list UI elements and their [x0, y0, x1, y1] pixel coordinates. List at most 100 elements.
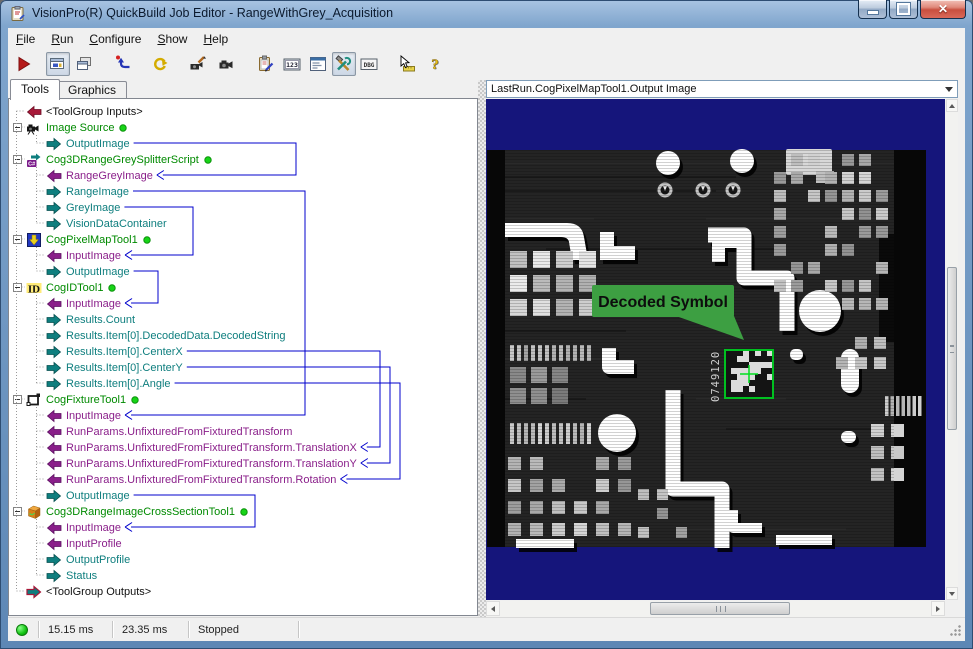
tree-item-outputimage[interactable]: OutputImage [9, 264, 477, 280]
tree-item-inputprofile[interactable]: InputProfile [9, 536, 477, 552]
vertical-scroll-thumb[interactable] [947, 267, 957, 430]
maximize-button[interactable] [889, 0, 918, 19]
tree-item-runparams-unfixturedfromfixturedtransform-translationy[interactable]: RunParams.UnfixturedFromFixturedTransfor… [9, 456, 477, 472]
expand-collapse-box[interactable] [13, 123, 22, 132]
chevron-down-icon [945, 87, 953, 92]
svg-text:C#: C# [28, 162, 35, 168]
svg-text:DBG: DBG [364, 62, 375, 69]
tree-item-toolgroup-inputs[interactable]: <ToolGroup Inputs> [9, 104, 477, 120]
tree-item-inputimage[interactable]: InputImage [9, 248, 477, 264]
list-view-button[interactable] [306, 52, 330, 76]
horizontal-scroll-thumb[interactable] [650, 602, 790, 615]
tree-item-greyimage[interactable]: GreyImage [9, 200, 477, 216]
tree-item-image-source[interactable]: Image Source [9, 120, 477, 136]
reset-button[interactable] [112, 52, 136, 76]
help-button[interactable]: ?? [423, 52, 447, 76]
output-arrow-icon [46, 552, 62, 568]
scroll-up-button[interactable] [946, 99, 958, 112]
input-arrow-icon [46, 248, 62, 264]
expand-collapse-box[interactable] [13, 395, 22, 404]
output-arrow-icon [46, 344, 62, 360]
close-button[interactable]: ✕ [920, 0, 966, 19]
tree-item-label: CogPixelMapTool1 [46, 234, 138, 246]
tree-item-cogfixturetool1[interactable]: CogFixtureTool1 [9, 392, 477, 408]
window-title: VisionPro(R) QuickBuild Job Editor - Ran… [32, 6, 393, 20]
tree-item-visiondatacontainer[interactable]: VisionDataContainer [9, 216, 477, 232]
tool-ran-status-dot [239, 507, 249, 517]
menu-configure[interactable]: Configure [81, 30, 149, 48]
tree-item-inputimage[interactable]: InputImage [9, 520, 477, 536]
horizontal-scrollbar[interactable] [486, 601, 945, 617]
expand-collapse-box[interactable] [13, 507, 22, 516]
tree-item-label: Results.Item[0].CenterX [66, 346, 183, 358]
menu-show[interactable]: Show [149, 30, 195, 48]
tree-item-inputimage[interactable]: InputImage [9, 296, 477, 312]
tree-item-cogpixelmaptool1[interactable]: CogPixelMapTool1 [9, 232, 477, 248]
script-tool-icon: C# [26, 152, 42, 168]
title-bar[interactable]: VisionPro(R) QuickBuild Job Editor - Ran… [0, 0, 973, 28]
tree-item-runparams-unfixturedfromfixturedtransform-translationx[interactable]: RunParams.UnfixturedFromFixturedTransfor… [9, 440, 477, 456]
tree-item-results-item-0-centery[interactable]: Results.Item[0].CenterY [9, 360, 477, 376]
tree-item-label: OutputImage [66, 266, 130, 278]
image-display[interactable]: 0749120 Decoded Symbol [486, 99, 945, 600]
menu-help[interactable]: Help [195, 30, 236, 48]
cascade-windows-button[interactable] [72, 52, 96, 76]
tree-item-cogidtool1[interactable]: IDCogIDTool1 [9, 280, 477, 296]
show-image-window-button[interactable] [46, 52, 70, 76]
tree-item-label: OutputImage [66, 490, 130, 502]
image-source-dropdown[interactable]: LastRun.CogPixelMapTool1.Output Image [486, 80, 958, 98]
tree-item-runparams-unfixturedfromfixturedtransform-rotation[interactable]: RunParams.UnfixturedFromFixturedTransfor… [9, 472, 477, 488]
tree-item-runparams-unfixturedfromfixturedtransform[interactable]: RunParams.UnfixturedFromFixturedTransfor… [9, 424, 477, 440]
tree-item-results-item-0-centerx[interactable]: Results.Item[0].CenterX [9, 344, 477, 360]
close-icon: ✕ [938, 1, 948, 18]
tools-button[interactable] [332, 52, 356, 76]
expand-collapse-box[interactable] [13, 283, 22, 292]
tree-item-label: Results.Item[0].CenterY [66, 362, 183, 374]
tree-item-cog3drangeimagecrosssectiontool1[interactable]: Cog3DRangeImageCrossSectionTool1 [9, 504, 477, 520]
tree-item-results-item-0-angle[interactable]: Results.Item[0].Angle [9, 376, 477, 392]
tab-tools[interactable]: Tools [10, 79, 60, 100]
triangle-up-icon [949, 104, 955, 108]
tree-item-outputimage[interactable]: OutputImage [9, 488, 477, 504]
rerun-button[interactable] [148, 52, 172, 76]
camera-button[interactable] [214, 52, 238, 76]
numeric-results-icon: 123 [283, 55, 301, 73]
tree-item-cog3drangegreysplitterscript[interactable]: C#Cog3DRangeGreySplitterScript [9, 152, 477, 168]
menu-file[interactable]: File [8, 30, 43, 48]
tree-item-inputimage[interactable]: InputImage [9, 408, 477, 424]
run-icon [15, 55, 33, 73]
tree-item-toolgroup-outputs[interactable]: <ToolGroup Outputs> [9, 584, 477, 600]
expand-collapse-box[interactable] [13, 155, 22, 164]
tree-item-label: Results.Count [66, 314, 135, 326]
tree-item-status[interactable]: Status [9, 568, 477, 584]
edit-job-button[interactable] [254, 52, 278, 76]
record-image-button[interactable] [186, 52, 210, 76]
minimize-button[interactable] [858, 0, 887, 19]
tree-item-rangeimage[interactable]: RangeImage [9, 184, 477, 200]
resize-grip[interactable] [949, 624, 962, 637]
vertical-scrollbar[interactable] [946, 99, 958, 600]
numeric-results-button[interactable]: 123 [280, 52, 304, 76]
tree-item-label: Results.Item[0].DecodedData.DecodedStrin… [66, 330, 286, 342]
tab-graphics[interactable]: Graphics [57, 81, 127, 99]
measure-pointer-button[interactable] [395, 52, 419, 76]
scroll-down-button[interactable] [946, 587, 958, 600]
expand-collapse-box[interactable] [13, 235, 22, 244]
output-arrow-icon [46, 184, 62, 200]
tree-item-label: RangeGreyImage [66, 170, 153, 182]
output-arrow-icon [46, 216, 62, 232]
scroll-left-button[interactable] [486, 601, 500, 616]
tree-item-outputimage[interactable]: OutputImage [9, 136, 477, 152]
debug-button[interactable]: DBG [357, 52, 381, 76]
tree-item-results-count[interactable]: Results.Count [9, 312, 477, 328]
tree-item-label: Cog3DRangeImageCrossSectionTool1 [46, 506, 235, 518]
tree-item-label: RunParams.UnfixturedFromFixturedTransfor… [66, 474, 336, 486]
id-tool-icon: ID [26, 280, 42, 296]
scroll-right-button[interactable] [931, 601, 945, 616]
menu-run[interactable]: Run [43, 30, 81, 48]
panel-splitter[interactable] [478, 80, 486, 617]
tree-item-outputprofile[interactable]: OutputProfile [9, 552, 477, 568]
tree-item-results-item-0-decodeddata-decodedstring[interactable]: Results.Item[0].DecodedData.DecodedStrin… [9, 328, 477, 344]
run-button[interactable] [12, 52, 36, 76]
tree-item-rangegreyimage[interactable]: RangeGreyImage [9, 168, 477, 184]
